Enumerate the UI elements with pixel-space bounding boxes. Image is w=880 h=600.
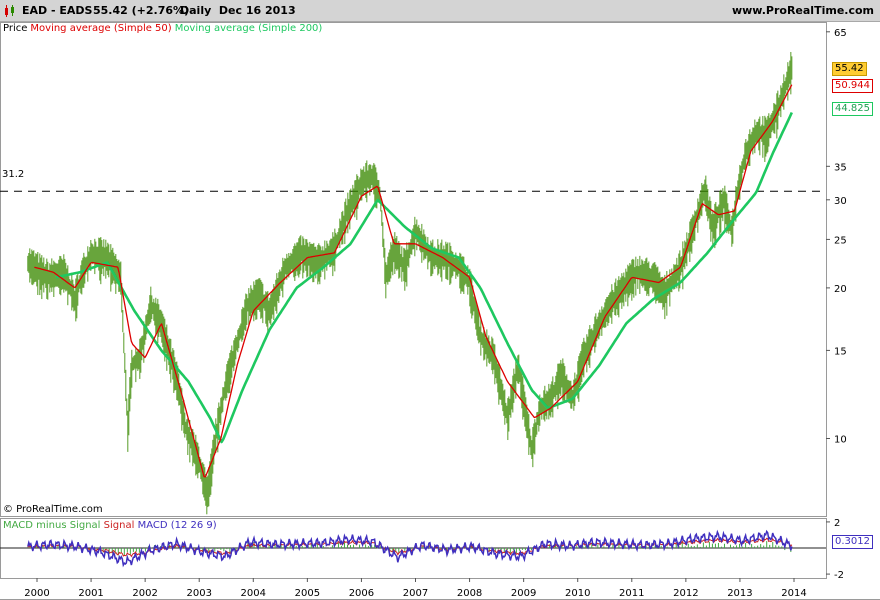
legend-price: Price (3, 23, 28, 34)
x-year-label: 2014 (781, 588, 806, 599)
legend-ma50: Moving average (Simple 50) (30, 23, 172, 34)
x-year-label: 2008 (457, 588, 482, 599)
chart-canvas[interactable]: 101520253035652000 2001 2002 2003 2004 2005 20… (0, 22, 880, 600)
x-year-label: 2006 (349, 588, 374, 599)
x-year-label: 2002 (132, 588, 157, 599)
price-y-tick-label: 25 (834, 235, 847, 246)
legend-macd-hist: MACD minus Signal (3, 520, 101, 531)
x-year-label: 2003 (186, 588, 211, 599)
last-price-change: 55.42 (+2.76%) (93, 4, 190, 17)
x-year-label: 2011 (619, 588, 644, 599)
instrument-symbol: EAD - EADS (22, 4, 93, 17)
price-y-tick-label: 15 (834, 346, 847, 357)
price-legend: Price Moving average (Simple 50) Moving av… (3, 23, 325, 34)
price-y-tick-label: 30 (834, 196, 847, 207)
macd-value-tag: 0.3012 (832, 535, 873, 549)
watermark: © ProRealTime.com (3, 504, 103, 515)
ma50-value-tag: 50.944 (832, 79, 873, 93)
x-year-label: 2004 (241, 588, 266, 599)
macd-y-tick-label: 2 (834, 518, 840, 529)
ma200-value-tag: 44.825 (832, 102, 873, 116)
x-year-label: 2001 (78, 588, 103, 599)
price-y-tick-label: 10 (834, 435, 847, 446)
legend-macd-signal: Signal (103, 520, 135, 531)
macd-y-tick-label: -2 (834, 570, 844, 581)
x-year-label: 2005 (295, 588, 320, 599)
macd-legend: MACD minus Signal Signal MACD (12 26 9) (3, 520, 217, 531)
x-year-label: 2007 (403, 588, 428, 599)
x-year-label: 2012 (673, 588, 698, 599)
price-y-tick-label: 35 (834, 162, 847, 173)
x-year-label: 2000 (24, 588, 49, 599)
x-year-label: 2010 (565, 588, 590, 599)
legend-ma200: Moving average (Simple 200) (174, 23, 323, 34)
price-panel (0, 22, 827, 517)
chart-header-bar: EAD - EADS 55.42 (+2.76%) Daily Dec 16 2… (0, 0, 880, 22)
period-date: Daily Dec 16 2013 (180, 4, 296, 17)
x-year-label: 2013 (727, 588, 752, 599)
last-price-tag: 55.42 (832, 62, 867, 76)
price-y-tick-label: 20 (834, 284, 847, 295)
price-y-tick-label: 65 (834, 28, 847, 39)
candlestick-icon (5, 5, 14, 17)
legend-macd-line: MACD (12 26 9) (137, 520, 217, 531)
hline-label: 31.2 (2, 169, 25, 180)
brand-link[interactable]: www.ProRealTime.com (732, 4, 874, 17)
x-year-label: 2009 (511, 588, 536, 599)
